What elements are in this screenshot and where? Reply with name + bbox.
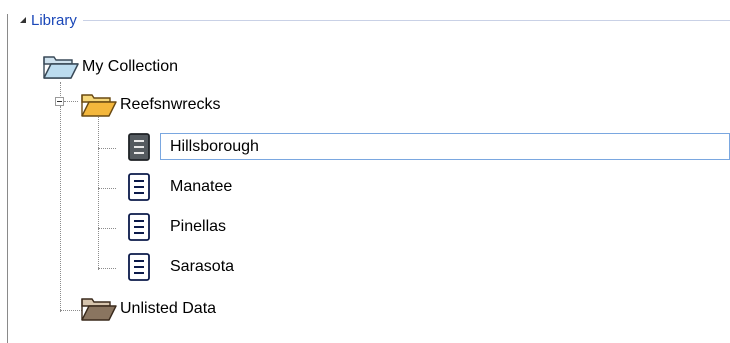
open-folder-brown-icon — [80, 295, 118, 323]
library-panel: Library My Collection Reefsnwrecks Hills… — [0, 0, 730, 343]
tree-node-label: Reefsnwrecks — [120, 96, 221, 113]
document-icon — [118, 172, 158, 202]
tree-connector — [98, 188, 116, 189]
document-icon — [118, 132, 158, 162]
tree-connector — [98, 228, 116, 229]
panel-left-border — [7, 14, 8, 343]
document-icon — [118, 212, 158, 242]
tree-node-pinellas[interactable]: Pinellas — [118, 212, 226, 242]
collapse-triangle-icon[interactable] — [18, 15, 28, 25]
tree-node-reefsnwrecks[interactable]: Reefsnwrecks — [80, 90, 220, 120]
library-label: Library — [31, 11, 77, 29]
tree-node-label: Unlisted Data — [120, 300, 217, 317]
tree-node-sarasota[interactable]: Sarasota — [118, 252, 234, 282]
tree-node-label: Manatee — [170, 178, 233, 195]
open-folder-yellow-icon — [80, 91, 118, 119]
minus-icon — [57, 101, 62, 102]
tree-connector — [60, 310, 82, 311]
tree-connector — [98, 148, 116, 149]
library-group-rule — [82, 20, 730, 21]
tree-connector — [98, 268, 116, 269]
document-icon — [118, 252, 158, 282]
tree-node-label: Pinellas — [170, 218, 227, 235]
tree-connector — [64, 101, 78, 102]
tree-node-unlisted-data[interactable]: Unlisted Data — [80, 294, 216, 324]
tree-node-label: Hillsborough — [170, 138, 259, 155]
tree-node-hillsborough[interactable]: Hillsborough — [118, 132, 259, 162]
tree-node-manatee[interactable]: Manatee — [118, 172, 232, 202]
tree-node-my-collection[interactable]: My Collection — [42, 52, 178, 82]
open-folder-teal-icon — [42, 53, 80, 81]
tree-connector — [98, 114, 99, 270]
tree-connector — [60, 106, 61, 312]
library-group-header[interactable]: Library — [18, 10, 730, 30]
tree-node-label: My Collection — [82, 58, 179, 75]
tree-expander-button[interactable] — [55, 97, 64, 106]
tree-connector — [60, 82, 61, 98]
tree-node-label: Sarasota — [170, 258, 235, 275]
